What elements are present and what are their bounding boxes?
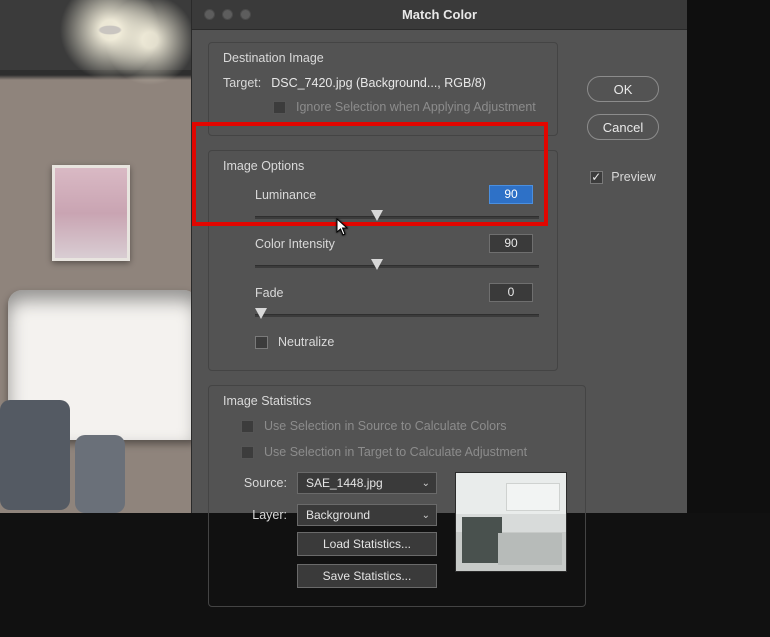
fade-thumb[interactable] [255,308,267,319]
source-label: Source: [227,476,287,490]
fade-label: Fade [255,286,284,300]
luminance-label: Luminance [255,188,316,202]
color-intensity-label: Color Intensity [255,237,335,251]
layer-label: Layer: [227,508,287,522]
color-intensity-input[interactable]: 90 [489,234,533,253]
cancel-button[interactable]: Cancel [587,114,659,140]
luminance-thumb[interactable] [371,210,383,221]
load-statistics-button[interactable]: Load Statistics... [297,532,437,556]
source-select[interactable]: SAE_1448.jpg ⌄ [297,472,437,494]
minimize-icon[interactable] [222,9,233,20]
save-statistics-button[interactable]: Save Statistics... [297,564,437,588]
fade-track[interactable] [255,308,539,322]
ok-button[interactable]: OK [587,76,659,102]
preview-label: Preview [611,170,655,184]
color-intensity-track[interactable] [255,259,539,273]
match-color-dialog: Match Color OK Cancel Preview Destinatio… [191,0,687,513]
luminance-slider: Luminance 90 [255,185,539,224]
color-intensity-slider: Color Intensity 90 [255,234,539,273]
dialog-right-column: OK Cancel Preview [577,76,669,184]
fade-slider: Fade 0 [255,283,539,322]
neutralize-checkbox[interactable] [255,336,268,349]
close-icon[interactable] [204,9,215,20]
use-source-checkbox [241,420,254,433]
use-source-label: Use Selection in Source to Calculate Col… [264,419,506,433]
fade-input[interactable]: 0 [489,283,533,302]
use-target-checkbox [241,446,254,459]
image-statistics-legend: Image Statistics [223,394,311,408]
preview-checkbox[interactable] [590,171,603,184]
image-statistics-group: Image Statistics Use Selection in Source… [208,385,586,607]
use-target-label: Use Selection in Target to Calculate Adj… [264,445,527,459]
luminance-input[interactable]: 90 [489,185,533,204]
ignore-selection-label: Ignore Selection when Applying Adjustmen… [296,100,536,114]
letterbox-right [687,0,770,513]
neutralize-label: Neutralize [278,335,334,349]
dialog-titlebar: Match Color [192,0,687,30]
chevron-down-icon: ⌄ [422,478,430,489]
window-traffic-lights [204,9,251,20]
zoom-icon[interactable] [240,9,251,20]
image-options-group: Image Options Luminance 90 Color Intensi… [208,150,558,371]
dialog-title: Match Color [402,7,477,22]
ignore-selection-checkbox [273,101,286,114]
chevron-down-icon: ⌄ [422,510,430,521]
layer-select[interactable]: Background ⌄ [297,504,437,526]
color-intensity-thumb[interactable] [371,259,383,270]
target-label: Target: [223,76,261,90]
source-value: SAE_1448.jpg [306,476,383,490]
target-value: DSC_7420.jpg (Background..., RGB/8) [271,76,486,90]
image-options-legend: Image Options [223,159,304,173]
destination-image-group: Destination Image Target: DSC_7420.jpg (… [208,42,558,136]
luminance-track[interactable] [255,210,539,224]
source-thumbnail [455,472,567,572]
destination-legend: Destination Image [223,51,324,65]
layer-value: Background [306,508,370,522]
